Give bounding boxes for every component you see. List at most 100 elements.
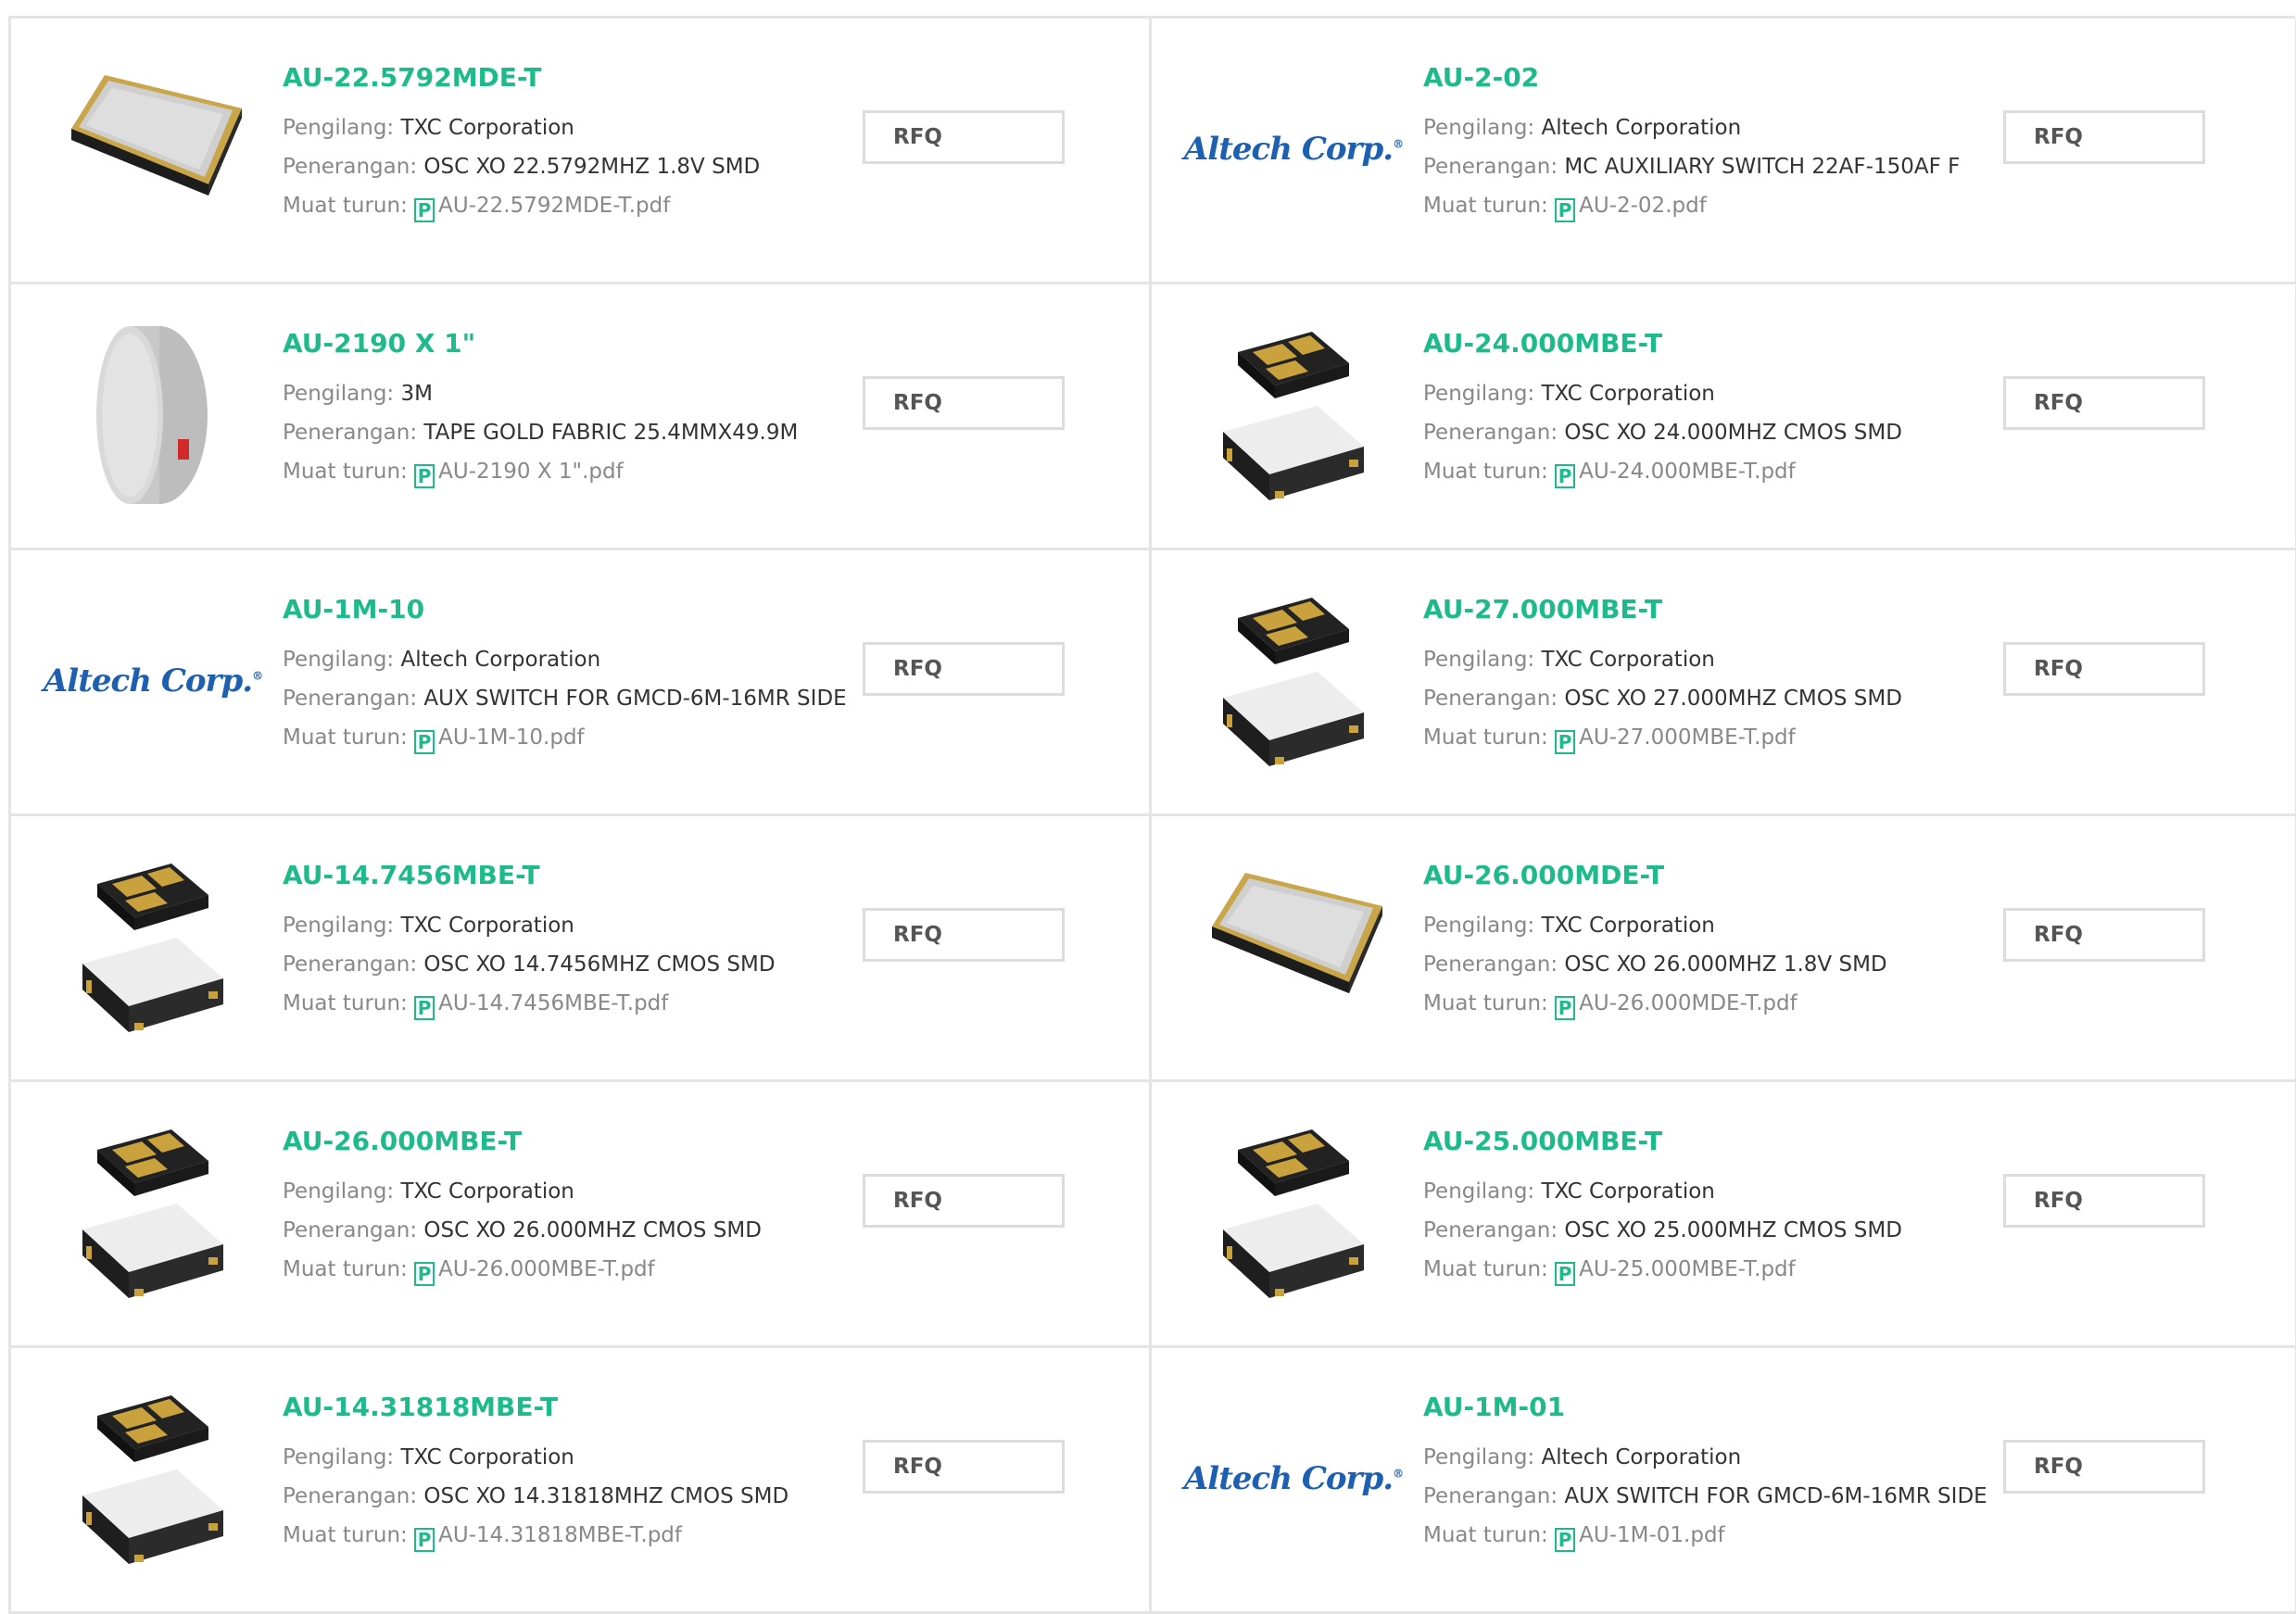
product-image[interactable] [59,1385,246,1572]
datasheet-link[interactable]: P AU-1M-01.pdf [1555,1523,1725,1552]
product-image[interactable]: Altech Corp.® [44,587,263,775]
altech-logo: Altech Corp.® [1184,1460,1404,1497]
download-label: Muat turun: [1423,1523,1548,1547]
description-row: Penerangan: MC AUXILIARY SWITCH 22AF-150… [1423,147,2016,186]
registered-mark: ® [252,669,263,683]
part-number-link[interactable]: AU-1M-10 [283,592,876,627]
description-label: Penerangan: [283,687,418,711]
rfq-button[interactable]: RFQ [863,376,1065,430]
product-image[interactable] [59,56,246,243]
product-image[interactable] [1200,853,1387,1040]
product-image[interactable] [1200,322,1387,509]
description-label: Penerangan: [283,952,418,977]
manufacturer-value: Altech Corporation [400,648,601,672]
datasheet-link[interactable]: P AU-24.000MBE-T.pdf [1555,460,1796,488]
description-label: Penerangan: [1423,421,1558,445]
manufacturer-label: Pengilang: [283,382,395,406]
manufacturer-label: Pengilang: [283,1179,395,1204]
rfq-button[interactable]: RFQ [2003,1440,2205,1494]
rfq-button[interactable]: RFQ [863,642,1065,696]
rfq-button[interactable]: RFQ [2003,1174,2205,1228]
download-label: Muat turun: [283,460,408,484]
description-value: OSC XO 24.000MHZ CMOS SMD [1564,421,1902,445]
product-image[interactable] [1200,587,1387,775]
description-label: Penerangan: [283,1218,418,1242]
datasheet-link[interactable]: P AU-26.000MDE-T.pdf [1555,991,1798,1020]
part-number-link[interactable]: AU-24.000MBE-T [1423,326,2016,361]
description-row: Penerangan: OSC XO 25.000MHZ CMOS SMD [1423,1211,2016,1250]
product-card: Altech Corp.® AU-1M-01 Pengilang: Altech… [1152,1348,2296,1614]
download-label: Muat turun: [283,1257,408,1281]
rfq-button[interactable]: RFQ [863,110,1065,164]
registered-mark: ® [1393,1467,1404,1481]
manufacturer-row: Pengilang: TXC Corporation [1423,640,2016,679]
download-row: Muat turun: P AU-14.7456MBE-T.pdf [283,984,876,1023]
part-number-link[interactable]: AU-14.7456MBE-T [283,858,876,893]
datasheet-link[interactable]: P AU-22.5792MDE-T.pdf [414,194,670,222]
part-number-link[interactable]: AU-1M-01 [1423,1390,2016,1425]
description-value: AUX SWITCH FOR GMCD-6M-16MR SIDE [423,687,847,711]
download-label: Muat turun: [283,194,408,218]
product-image[interactable] [59,1119,246,1306]
part-number-link[interactable]: AU-14.31818MBE-T [283,1390,876,1425]
product-image[interactable]: Altech Corp.® [1184,56,1404,243]
product-card: AU-22.5792MDE-T Pengilang: TXC Corporati… [11,19,1152,284]
smd-oscillator-image [82,1395,223,1564]
part-number-link[interactable]: AU-22.5792MDE-T [283,60,876,95]
description-label: Penerangan: [1423,952,1558,977]
manufacturer-row: Pengilang: TXC Corporation [283,1438,876,1477]
altech-logo-text: Altech Corp. [43,662,253,700]
datasheet-link[interactable]: P AU-2190 X 1".pdf [414,460,624,488]
description-row: Penerangan: AUX SWITCH FOR GMCD-6M-16MR … [283,679,876,718]
smd-oscillator-image [82,864,223,1032]
datasheet-link[interactable]: P AU-27.000MBE-T.pdf [1555,725,1796,754]
datasheet-link[interactable]: P AU-14.7456MBE-T.pdf [414,991,668,1020]
rfq-button[interactable]: RFQ [2003,642,2205,696]
product-image[interactable] [1200,1119,1387,1306]
rfq-button[interactable]: RFQ [863,908,1065,962]
download-row: Muat turun: P AU-1M-01.pdf [1423,1516,2016,1555]
rfq-button[interactable]: RFQ [2003,908,2205,962]
description-label: Penerangan: [283,1484,418,1508]
manufacturer-value: Altech Corporation [1541,1445,1742,1469]
datasheet-link[interactable]: P AU-14.31818MBE-T.pdf [414,1523,682,1552]
manufacturer-label: Pengilang: [1423,648,1535,672]
part-number-link[interactable]: AU-26.000MBE-T [283,1124,876,1159]
part-number-link[interactable]: AU-2190 X 1" [283,326,876,361]
download-label: Muat turun: [283,991,408,1015]
download-row: Muat turun: P AU-1M-10.pdf [283,718,876,757]
description-label: Penerangan: [1423,155,1558,179]
download-row: Muat turun: P AU-26.000MDE-T.pdf [1423,984,2016,1023]
manufacturer-value: TXC Corporation [400,1179,574,1204]
datasheet-link[interactable]: P AU-26.000MBE-T.pdf [414,1257,655,1286]
download-label: Muat turun: [283,1523,408,1547]
datasheet-link[interactable]: P AU-25.000MBE-T.pdf [1555,1257,1796,1286]
pdf-icon: P [1555,1262,1576,1286]
download-row: Muat turun: P AU-14.31818MBE-T.pdf [283,1516,876,1555]
pdf-icon: P [1555,198,1576,222]
product-image[interactable]: Altech Corp.® [1184,1385,1404,1572]
datasheet-filename: AU-26.000MDE-T.pdf [1579,991,1798,1015]
description-value: OSC XO 26.000MHZ 1.8V SMD [1564,952,1887,977]
rfq-button[interactable]: RFQ [863,1440,1065,1494]
datasheet-link[interactable]: P AU-1M-10.pdf [414,725,585,754]
pdf-icon: P [1555,996,1576,1020]
rfq-button[interactable]: RFQ [2003,110,2205,164]
part-number-link[interactable]: AU-26.000MDE-T [1423,858,2016,893]
description-row: Penerangan: OSC XO 26.000MHZ CMOS SMD [283,1211,876,1250]
manufacturer-row: Pengilang: TXC Corporation [1423,374,2016,413]
product-image[interactable] [59,853,246,1040]
rfq-button[interactable]: RFQ [2003,376,2205,430]
altech-logo: Altech Corp.® [1184,131,1404,168]
tape-roll-image [96,326,208,504]
download-label: Muat turun: [1423,194,1548,218]
datasheet-filename: AU-24.000MBE-T.pdf [1579,460,1796,484]
part-number-link[interactable]: AU-25.000MBE-T [1423,1124,2016,1159]
rfq-button[interactable]: RFQ [863,1174,1065,1228]
manufacturer-label: Pengilang: [1423,382,1535,406]
part-number-link[interactable]: AU-2-02 [1423,60,2016,95]
part-number-link[interactable]: AU-27.000MBE-T [1423,592,2016,627]
manufacturer-row: Pengilang: TXC Corporation [283,108,876,147]
product-image[interactable] [59,322,246,509]
datasheet-link[interactable]: P AU-2-02.pdf [1555,194,1707,222]
